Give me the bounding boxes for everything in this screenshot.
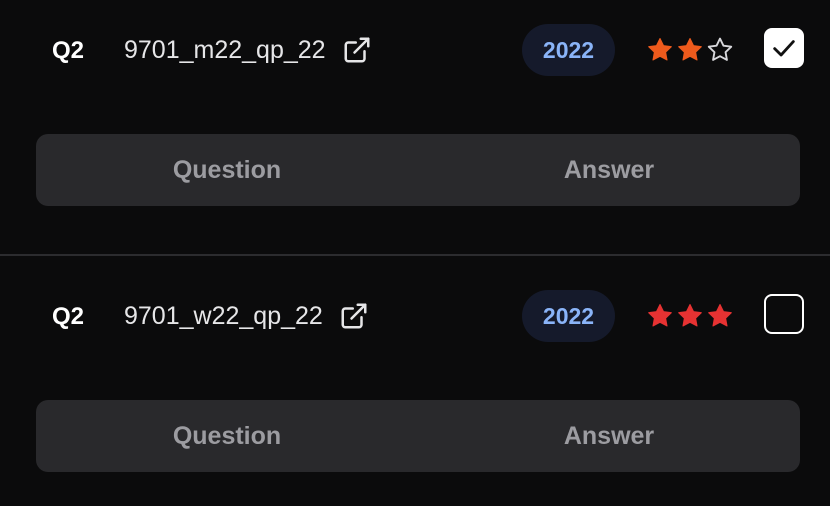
question-number: Q2 <box>52 303 85 330</box>
year-badge: 2022 <box>522 24 615 76</box>
tab-answer[interactable]: Answer <box>418 400 800 472</box>
star-filled-icon <box>678 37 702 61</box>
paper-link[interactable]: 9701_w22_qp_22 <box>124 300 369 332</box>
difficulty-stars <box>646 36 734 64</box>
paper-code: 9701_m22_qp_22 <box>124 36 326 64</box>
star-filled-icon <box>708 303 732 327</box>
question-header: Q2 9701_m22_qp_22 2022 <box>0 0 830 102</box>
paper-code: 9701_w22_qp_22 <box>124 302 323 330</box>
question-list: Q2 9701_m22_qp_22 2022 Question Answer Q… <box>0 0 830 506</box>
question-answer-tabs: Question Answer <box>36 134 800 206</box>
star-filled-icon <box>678 303 702 327</box>
checkmark-icon <box>773 40 795 57</box>
question-number: Q2 <box>52 37 85 64</box>
paper-link[interactable]: 9701_m22_qp_22 <box>124 34 372 66</box>
tab-answer[interactable]: Answer <box>418 134 800 206</box>
difficulty-stars <box>646 302 734 330</box>
done-checkbox[interactable] <box>764 28 804 68</box>
question-header: Q2 9701_w22_qp_22 2022 <box>0 266 830 368</box>
tab-question[interactable]: Question <box>36 400 418 472</box>
star-empty-icon <box>707 37 733 61</box>
done-checkbox[interactable] <box>764 294 804 334</box>
card-divider <box>0 254 830 256</box>
star-filled-icon <box>648 37 672 61</box>
external-link-icon <box>342 35 372 65</box>
question-answer-tabs: Question Answer <box>36 400 800 472</box>
star-filled-icon <box>648 303 672 327</box>
year-badge: 2022 <box>522 290 615 342</box>
external-link-icon <box>339 301 369 331</box>
tab-question[interactable]: Question <box>36 134 418 206</box>
